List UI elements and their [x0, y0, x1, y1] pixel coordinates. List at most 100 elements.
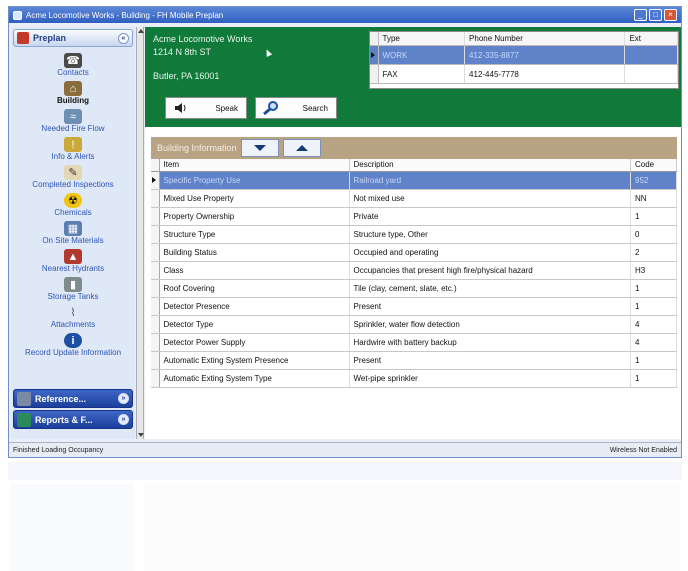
column-header-ext[interactable]: Ext — [624, 32, 678, 46]
search-icon — [262, 101, 280, 115]
sidebar-item-attachments[interactable]: ⌇ Attachments — [11, 305, 135, 329]
expand-icon[interactable]: » — [118, 393, 129, 404]
expand-icon[interactable]: » — [118, 414, 129, 425]
cell-code[interactable]: 1 — [630, 279, 677, 298]
column-header-phone[interactable]: Phone Number — [464, 32, 626, 46]
column-header-type[interactable]: Type — [378, 32, 466, 46]
cell-description[interactable]: Tile (clay, cement, slate, etc.) — [349, 279, 631, 298]
cell-code[interactable]: NN — [630, 189, 677, 208]
cell-item[interactable]: Detector Type — [159, 315, 350, 334]
cell-description[interactable]: Not mixed use — [349, 189, 631, 208]
collapse-icon[interactable]: « — [118, 32, 129, 44]
alert-icon: ! — [64, 137, 82, 152]
cell-description[interactable]: Occupancies that present high fire/physi… — [349, 261, 631, 280]
search-label: Search — [302, 103, 328, 113]
cell-code[interactable]: 4 — [630, 333, 677, 352]
column-header-description[interactable]: Description — [349, 159, 631, 172]
cell-description[interactable]: Private — [349, 207, 631, 226]
cell-description[interactable]: Present — [349, 297, 631, 316]
cell-item[interactable]: Building Status — [159, 243, 350, 262]
cell-description[interactable]: Structure type, Other — [349, 225, 631, 244]
cell-item[interactable]: Detector Power Supply — [159, 333, 350, 352]
sidebar-group-label: Reference... — [35, 393, 87, 404]
table-row[interactable]: Detector Power Supply Hardwire with batt… — [151, 333, 677, 352]
table-row[interactable]: Detector Type Sprinkler, water flow dete… — [151, 315, 677, 334]
phone-type[interactable]: WORK — [378, 45, 466, 65]
phone-ext[interactable] — [624, 45, 678, 65]
minimize-button[interactable]: _ — [634, 9, 647, 21]
table-row[interactable]: WORK 412-335-8877 — [370, 45, 678, 65]
cell-item[interactable]: Mixed Use Property — [159, 189, 350, 208]
cell-code[interactable]: 1 — [630, 297, 677, 316]
sidebar-item-label: On Site Materials — [42, 236, 104, 245]
cell-description[interactable]: Sprinkler, water flow detection — [349, 315, 631, 334]
sidebar-item-info-alerts[interactable]: ! Info & Alerts — [11, 137, 135, 161]
table-row[interactable]: Specific Property Use Railroad yard 952 — [151, 171, 677, 190]
arrow-down-icon — [253, 145, 266, 151]
phone-number[interactable]: 412-445-7778 — [464, 64, 626, 84]
cell-description[interactable]: Occupied and operating — [349, 243, 631, 262]
table-row[interactable]: Building Status Occupied and operating 2 — [151, 243, 677, 262]
sidebar-item-contacts[interactable]: ☎ Contacts — [11, 53, 135, 77]
table-row[interactable]: Property Ownership Private 1 — [151, 207, 677, 226]
cell-code[interactable]: H3 — [630, 261, 677, 280]
table-row[interactable]: Detector Presence Present 1 — [151, 297, 677, 316]
cell-code[interactable]: 0 — [630, 225, 677, 244]
maximize-button[interactable]: □ — [649, 9, 662, 21]
sidebar-item-on-site-materials[interactable]: ▦ On Site Materials — [11, 221, 135, 245]
column-header-code[interactable]: Code — [630, 159, 677, 172]
phone-type[interactable]: FAX — [378, 64, 466, 84]
paperclip-icon: ⌇ — [70, 307, 76, 319]
sidebar-item-nearest-hydrants[interactable]: ▲ Nearest Hydrants — [11, 249, 135, 273]
search-button[interactable]: Search — [255, 97, 337, 119]
table-row[interactable]: Roof Covering Tile (clay, cement, slate,… — [151, 279, 677, 298]
cell-item[interactable]: Specific Property Use — [159, 171, 350, 190]
sidebar-item-completed-inspections[interactable]: ✎ Completed Inspections — [11, 165, 135, 189]
cell-code[interactable]: 1 — [630, 369, 677, 388]
cell-item[interactable]: Structure Type — [159, 225, 350, 244]
cell-code[interactable]: 952 — [630, 171, 677, 190]
table-row[interactable]: Automatic Exting System Presence Present… — [151, 351, 677, 370]
hazard-icon: ☢ — [64, 193, 82, 208]
sidebar-group-reports[interactable]: Reports & F... » — [13, 410, 133, 429]
phone-ext[interactable] — [624, 64, 678, 84]
cell-description[interactable]: Hardwire with battery backup — [349, 333, 631, 352]
move-up-button[interactable] — [282, 139, 321, 157]
cell-code[interactable]: 1 — [630, 207, 677, 226]
cell-description[interactable]: Railroad yard — [349, 171, 631, 190]
table-row[interactable]: Class Occupancies that present high fire… — [151, 261, 677, 280]
splitter-scrollbar[interactable] — [136, 27, 144, 439]
cell-code[interactable]: 1 — [630, 351, 677, 370]
sidebar-group-preplan[interactable]: Preplan « — [13, 29, 133, 47]
column-header-item[interactable]: Item — [159, 159, 350, 172]
app-icon — [13, 10, 22, 20]
phone-number[interactable]: 412-335-8877 — [464, 45, 626, 65]
cell-item[interactable]: Class — [159, 261, 350, 280]
table-row[interactable]: Structure Type Structure type, Other 0 — [151, 225, 677, 244]
cell-item[interactable]: Detector Presence — [159, 297, 350, 316]
table-row[interactable]: Automatic Exting System Type Wet-pipe sp… — [151, 369, 677, 388]
cell-item[interactable]: Automatic Exting System Type — [159, 369, 350, 388]
cell-item[interactable]: Roof Covering — [159, 279, 350, 298]
table-row[interactable]: FAX 412-445-7778 — [370, 64, 678, 84]
cell-description[interactable]: Wet-pipe sprinkler — [349, 369, 631, 388]
table-row[interactable]: Mixed Use Property Not mixed use NN — [151, 189, 677, 208]
speak-button[interactable]: Speak — [165, 97, 247, 119]
sidebar-item-chemicals[interactable]: ☢ Chemicals — [11, 193, 135, 217]
sidebar-item-storage-tanks[interactable]: ▮ Storage Tanks — [11, 277, 135, 301]
scroll-up-icon[interactable] — [138, 29, 144, 33]
scroll-down-icon[interactable] — [138, 433, 144, 437]
cell-code[interactable]: 2 — [630, 243, 677, 262]
cell-item[interactable]: Automatic Exting System Presence — [159, 351, 350, 370]
reflection-main — [144, 484, 680, 571]
sidebar-item-building[interactable]: ⌂ Building — [11, 81, 135, 105]
cell-item[interactable]: Property Ownership — [159, 207, 350, 226]
sidebar-item-needed-fire-flow[interactable]: ≈ Needed Fire Flow — [11, 109, 135, 133]
cell-description[interactable]: Present — [349, 351, 631, 370]
move-down-button[interactable] — [240, 139, 279, 157]
cell-code[interactable]: 4 — [630, 315, 677, 334]
close-button[interactable]: × — [664, 9, 677, 21]
sidebar-item-label: Nearest Hydrants — [41, 264, 105, 273]
sidebar-item-record-update[interactable]: i Record Update Information — [11, 333, 135, 357]
sidebar-group-reference[interactable]: Reference... » — [13, 389, 133, 408]
